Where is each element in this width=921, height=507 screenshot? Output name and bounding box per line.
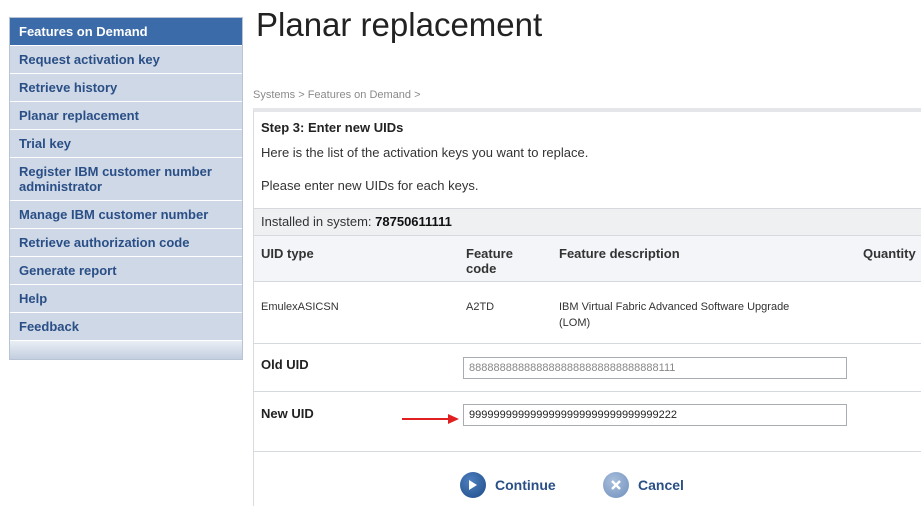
uid-form-panel: Step 3: Enter new UIDs Here is the list … bbox=[253, 108, 921, 506]
new-uid-row: New UID bbox=[254, 391, 921, 452]
arrow-right-circle-icon bbox=[460, 472, 486, 498]
red-arrow-icon bbox=[402, 414, 459, 424]
sidebar-item-generate-report[interactable]: Generate report bbox=[10, 256, 242, 284]
old-uid-field[interactable] bbox=[463, 357, 847, 379]
breadcrumb[interactable]: Systems > Features on Demand > bbox=[253, 89, 421, 101]
continue-button[interactable]: Continue bbox=[460, 472, 556, 498]
sidebar-item-features-on-demand[interactable]: Features on Demand bbox=[10, 18, 242, 45]
header-feature-description: Feature description bbox=[559, 246, 680, 261]
page-title: Planar replacement bbox=[256, 6, 543, 43]
sidebar-item-feedback[interactable]: Feedback bbox=[10, 312, 242, 340]
header-uid-type: UID type bbox=[261, 246, 314, 261]
form-actions: Continue Cancel bbox=[254, 451, 921, 507]
sidebar-item-trial-key[interactable]: Trial key bbox=[10, 129, 242, 157]
old-uid-row: Old UID bbox=[254, 343, 921, 391]
intro-text: Here is the list of the activation keys … bbox=[261, 145, 589, 160]
cancel-button[interactable]: Cancel bbox=[603, 472, 684, 498]
header-quantity: Quantity bbox=[863, 246, 916, 261]
new-uid-field[interactable] bbox=[463, 404, 847, 426]
cancel-label: Cancel bbox=[638, 477, 684, 493]
sidebar-footer bbox=[10, 340, 242, 359]
sidebar: Features on Demand Request activation ke… bbox=[9, 17, 243, 360]
header-feature-code: Feature code bbox=[466, 246, 513, 276]
x-circle-icon bbox=[603, 472, 629, 498]
sidebar-item-help[interactable]: Help bbox=[10, 284, 242, 312]
sidebar-item-manage-customer-number[interactable]: Manage IBM customer number bbox=[10, 200, 242, 228]
cell-feature-description: IBM Virtual Fabric Advanced Software Upg… bbox=[559, 301, 790, 329]
installed-system-label: Installed in system: 78750611111 bbox=[261, 209, 452, 235]
table-header: UID type Feature code Feature descriptio… bbox=[254, 235, 921, 282]
step-title: Step 3: Enter new UIDs bbox=[261, 120, 404, 135]
system-number: 78750611111 bbox=[375, 214, 452, 229]
old-uid-label: Old UID bbox=[261, 357, 309, 372]
cell-feature-code: A2TD bbox=[466, 301, 495, 313]
installed-system-bar: Installed in system: 78750611111 bbox=[254, 208, 921, 235]
sidebar-item-planar-replacement[interactable]: Planar replacement bbox=[10, 101, 242, 129]
table-row: EmulexASICSN A2TD IBM Virtual Fabric Adv… bbox=[254, 281, 921, 343]
sidebar-item-request-activation-key[interactable]: Request activation key bbox=[10, 45, 242, 73]
sidebar-item-retrieve-history[interactable]: Retrieve history bbox=[10, 73, 242, 101]
sidebar-item-retrieve-authorization-code[interactable]: Retrieve authorization code bbox=[10, 228, 242, 256]
cell-uid-type: EmulexASICSN bbox=[261, 301, 339, 313]
continue-label: Continue bbox=[495, 477, 556, 493]
new-uid-label: New UID bbox=[261, 406, 314, 421]
sidebar-item-register-customer-admin[interactable]: Register IBM customer number administrat… bbox=[10, 157, 242, 200]
installed-label-text: Installed in system: bbox=[261, 214, 376, 229]
instruction-text: Please enter new UIDs for each keys. bbox=[261, 178, 479, 193]
